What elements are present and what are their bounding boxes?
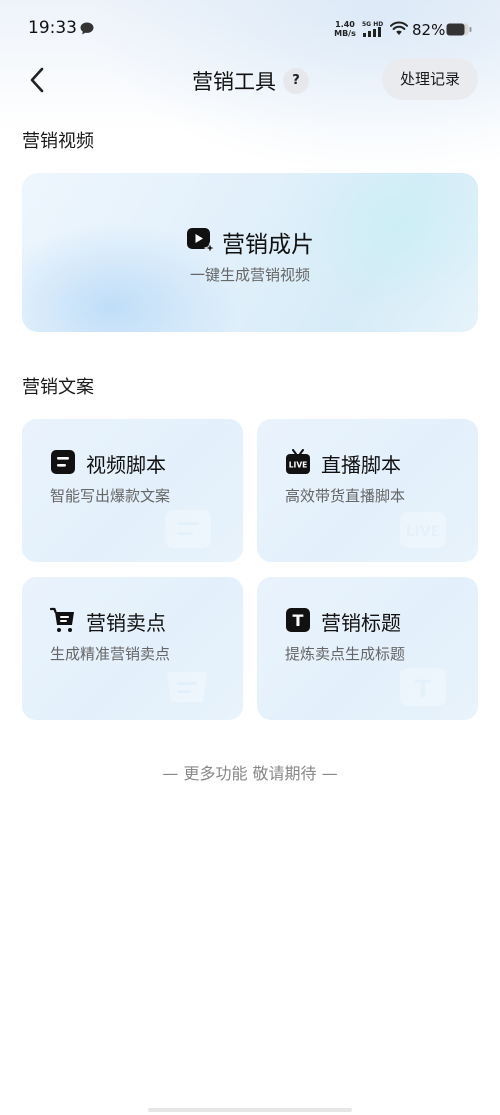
script-icon (51, 450, 75, 474)
tool-description: 提炼卖点生成标题 (285, 645, 406, 663)
wifi-icon (390, 21, 408, 35)
history-button[interactable]: 处理记录 (382, 58, 478, 100)
t-watermark-icon: T (400, 668, 446, 706)
battery-icon (446, 23, 472, 36)
live-watermark-icon: LIVE (400, 512, 446, 548)
tool-title: 视频脚本 (86, 453, 166, 477)
battery-percent: 82% (412, 21, 446, 39)
network-type-label: 5G HD (362, 21, 383, 28)
back-button[interactable] (22, 63, 54, 97)
status-time: 19:33 (28, 18, 77, 38)
marketing-video-subtitle: 一键生成营销视频 (189, 266, 310, 284)
section-title-copy: 营销文案 (22, 377, 94, 398)
marketing-video-card[interactable]: 营销成片 一键生成营销视频 (22, 173, 478, 332)
home-indicator[interactable] (148, 1108, 352, 1112)
network-speed-value: 1.40 (335, 20, 355, 29)
more-features-hint: — 更多功能 敬请期待 — (162, 764, 338, 783)
help-icon[interactable]: ? (283, 68, 309, 94)
section-title-video: 营销视频 (22, 131, 94, 152)
tool-card-video-script[interactable]: 视频脚本 智能写出爆款文案 (22, 419, 243, 562)
tool-title: 营销卖点 (86, 611, 166, 635)
live-tv-icon: LIVE (286, 449, 310, 474)
cart-watermark-icon (167, 672, 207, 702)
page-title: 营销工具 (192, 70, 276, 94)
t-watermark-label: T (415, 675, 432, 703)
tool-description: 智能写出爆款文案 (50, 487, 171, 505)
tool-title: 营销标题 (321, 611, 401, 635)
network-speed: 1.40 MB/s (333, 20, 357, 38)
tool-title: 直播脚本 (321, 453, 401, 477)
tool-card-selling-points[interactable]: 营销卖点 生成精准营销卖点 (22, 577, 243, 720)
tool-description: 生成精准营销卖点 (50, 645, 171, 663)
tool-card-marketing-title[interactable]: T 营销标题 提炼卖点生成标题 T (257, 577, 478, 720)
cart-icon (50, 607, 74, 632)
tool-card-live-script[interactable]: LIVE 直播脚本 高效带货直播脚本 LIVE (257, 419, 478, 562)
text-t-icon: T (286, 608, 310, 632)
tool-description: 高效带货直播脚本 (285, 487, 406, 505)
live-label: LIVE (289, 461, 308, 470)
network-speed-unit: MB/s (334, 29, 356, 38)
marketing-video-title: 营销成片 (222, 232, 314, 258)
script-watermark-icon (165, 510, 211, 548)
live-watermark-label: LIVE (406, 524, 441, 540)
signal-icon: 5G HD (362, 21, 383, 37)
t-label: T (293, 611, 304, 630)
status-bar: 19:33 1.40 MB/s 5G HD 82% (0, 0, 500, 60)
video-sparkle-icon (187, 228, 216, 254)
chat-bubble-icon (80, 22, 94, 35)
